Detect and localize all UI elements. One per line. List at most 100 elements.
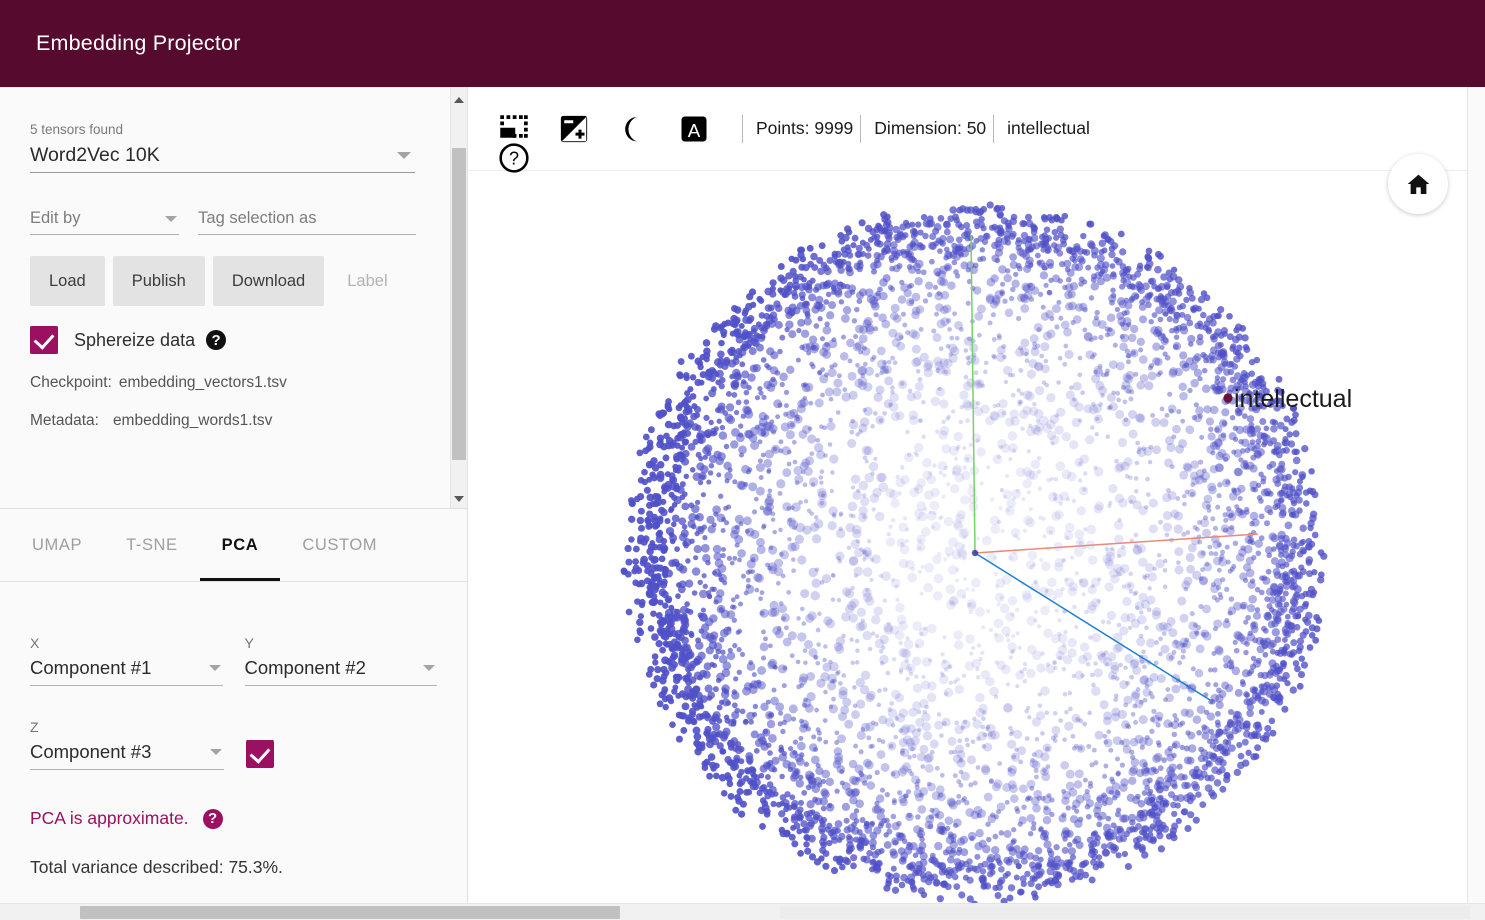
- scatter-point: [814, 797, 823, 806]
- pca-x-select[interactable]: Component #1: [30, 657, 223, 686]
- scatter-point: [1258, 535, 1265, 541]
- scatter-point: [1098, 334, 1104, 341]
- scatter-point: [658, 555, 666, 563]
- scatter-point: [1096, 821, 1103, 828]
- scatter-point: [681, 613, 688, 619]
- scatter-point: [985, 609, 991, 614]
- scatter-point: [748, 719, 754, 725]
- scatter-point: [1193, 368, 1203, 378]
- scatter-point: [1020, 880, 1027, 888]
- scatter-point: [858, 365, 868, 376]
- scatter-point: [1213, 551, 1219, 557]
- tab-custom[interactable]: CUSTOM: [280, 509, 399, 581]
- scatter-point: [1022, 390, 1033, 400]
- scatter-point: [977, 731, 987, 741]
- night-mode-icon[interactable]: [615, 110, 653, 148]
- exposure-icon[interactable]: [555, 110, 593, 148]
- scatter-point: [709, 761, 717, 769]
- load-button[interactable]: Load: [30, 256, 105, 306]
- scatter-point: [939, 425, 950, 436]
- scatter-point: [668, 507, 674, 514]
- help-icon[interactable]: ?: [202, 808, 223, 829]
- scatter-point: [1158, 519, 1163, 525]
- pca-y-select[interactable]: Component #2: [244, 657, 437, 686]
- scroll-up-arrow-icon[interactable]: [451, 91, 467, 108]
- home-reset-button[interactable]: [1388, 154, 1448, 214]
- scatter-point: [1277, 490, 1285, 498]
- scatter-point: [973, 370, 979, 376]
- scatter-point: [1216, 493, 1222, 499]
- scatter-point: [1061, 796, 1070, 806]
- publish-button[interactable]: Publish: [112, 256, 205, 306]
- scatter-point: [1064, 577, 1074, 587]
- scatter-point: [898, 640, 903, 646]
- scatter-point: [853, 566, 864, 577]
- help-circle-icon[interactable]: ?: [498, 142, 530, 179]
- scatter-point: [1013, 271, 1019, 278]
- scatter-point: [1085, 813, 1092, 820]
- scatter-point: [1010, 752, 1020, 762]
- download-button[interactable]: Download: [212, 256, 325, 306]
- scatter-point: [1065, 781, 1075, 791]
- scatter-point: [962, 445, 967, 451]
- scatter-point: [1032, 894, 1039, 901]
- scatter-point: [722, 580, 728, 586]
- scatter-point: [1004, 308, 1014, 318]
- scatter-point: [912, 852, 919, 859]
- scatter-point: [783, 713, 793, 723]
- spherize-checkbox[interactable]: [30, 326, 58, 354]
- scatter-point: [679, 481, 686, 488]
- scatter-point: [759, 642, 769, 652]
- scatter-point: [1185, 425, 1195, 435]
- scatter-point: [702, 710, 710, 718]
- scatter-point: [1074, 571, 1079, 576]
- scatter-point: [1110, 822, 1117, 829]
- scatter-point: [1162, 584, 1168, 590]
- scatter-point: [1078, 861, 1086, 869]
- scatter-plot[interactable]: intellectual: [468, 172, 1467, 920]
- left-panel-scrollbar[interactable]: [450, 88, 467, 508]
- scatter-point: [1035, 386, 1045, 396]
- scatter-point: [1048, 216, 1056, 224]
- scatter-point: [792, 739, 799, 745]
- pca-z-enable-checkbox[interactable]: [246, 740, 274, 768]
- scatter-point: [997, 439, 1007, 449]
- scatter-point: [917, 377, 923, 382]
- scatter-point: [1268, 717, 1276, 725]
- tab-umap[interactable]: UMAP: [10, 509, 104, 581]
- edit-by-select[interactable]: Edit by: [30, 209, 180, 235]
- scatter-point: [706, 515, 715, 524]
- scatter-point: [1249, 464, 1258, 473]
- scroll-down-arrow-icon[interactable]: [451, 490, 467, 507]
- scatter-canvas[interactable]: intellectual: [468, 172, 1467, 920]
- scatter-point: [1057, 631, 1062, 637]
- scatter-point: [856, 842, 864, 850]
- tab-pca[interactable]: PCA: [199, 509, 281, 581]
- scatter-point: [803, 660, 808, 665]
- scatter-point: [897, 295, 907, 304]
- scatter-point: [974, 842, 983, 851]
- scatter-point: [724, 471, 733, 481]
- help-icon[interactable]: ?: [206, 330, 227, 350]
- scatter-point: [994, 592, 1005, 603]
- scatter-point: [821, 790, 830, 799]
- label-text-icon[interactable]: A: [675, 110, 713, 148]
- scrollbar-thumb[interactable]: [452, 148, 466, 460]
- scatter-point: [683, 473, 689, 479]
- scatter-point: [859, 833, 867, 841]
- scatter-point: [797, 246, 804, 254]
- scatter-point: [664, 484, 672, 492]
- scatter-point: [797, 632, 807, 642]
- scatter-point: [1265, 568, 1272, 575]
- scatter-point: [916, 478, 927, 488]
- scatter-point: [1015, 670, 1025, 680]
- tensor-select[interactable]: Word2Vec 10K: [30, 144, 415, 173]
- tab-tsne[interactable]: T-SNE: [104, 509, 200, 581]
- scatter-point: [1005, 473, 1010, 478]
- tag-selection-input[interactable]: Tag selection as: [198, 209, 416, 235]
- scatter-point: [771, 687, 777, 693]
- scatter-point: [975, 667, 980, 672]
- pca-z-select[interactable]: Component #3: [30, 741, 224, 770]
- scatter-point: [1172, 424, 1181, 434]
- scatter-point: [1033, 579, 1039, 584]
